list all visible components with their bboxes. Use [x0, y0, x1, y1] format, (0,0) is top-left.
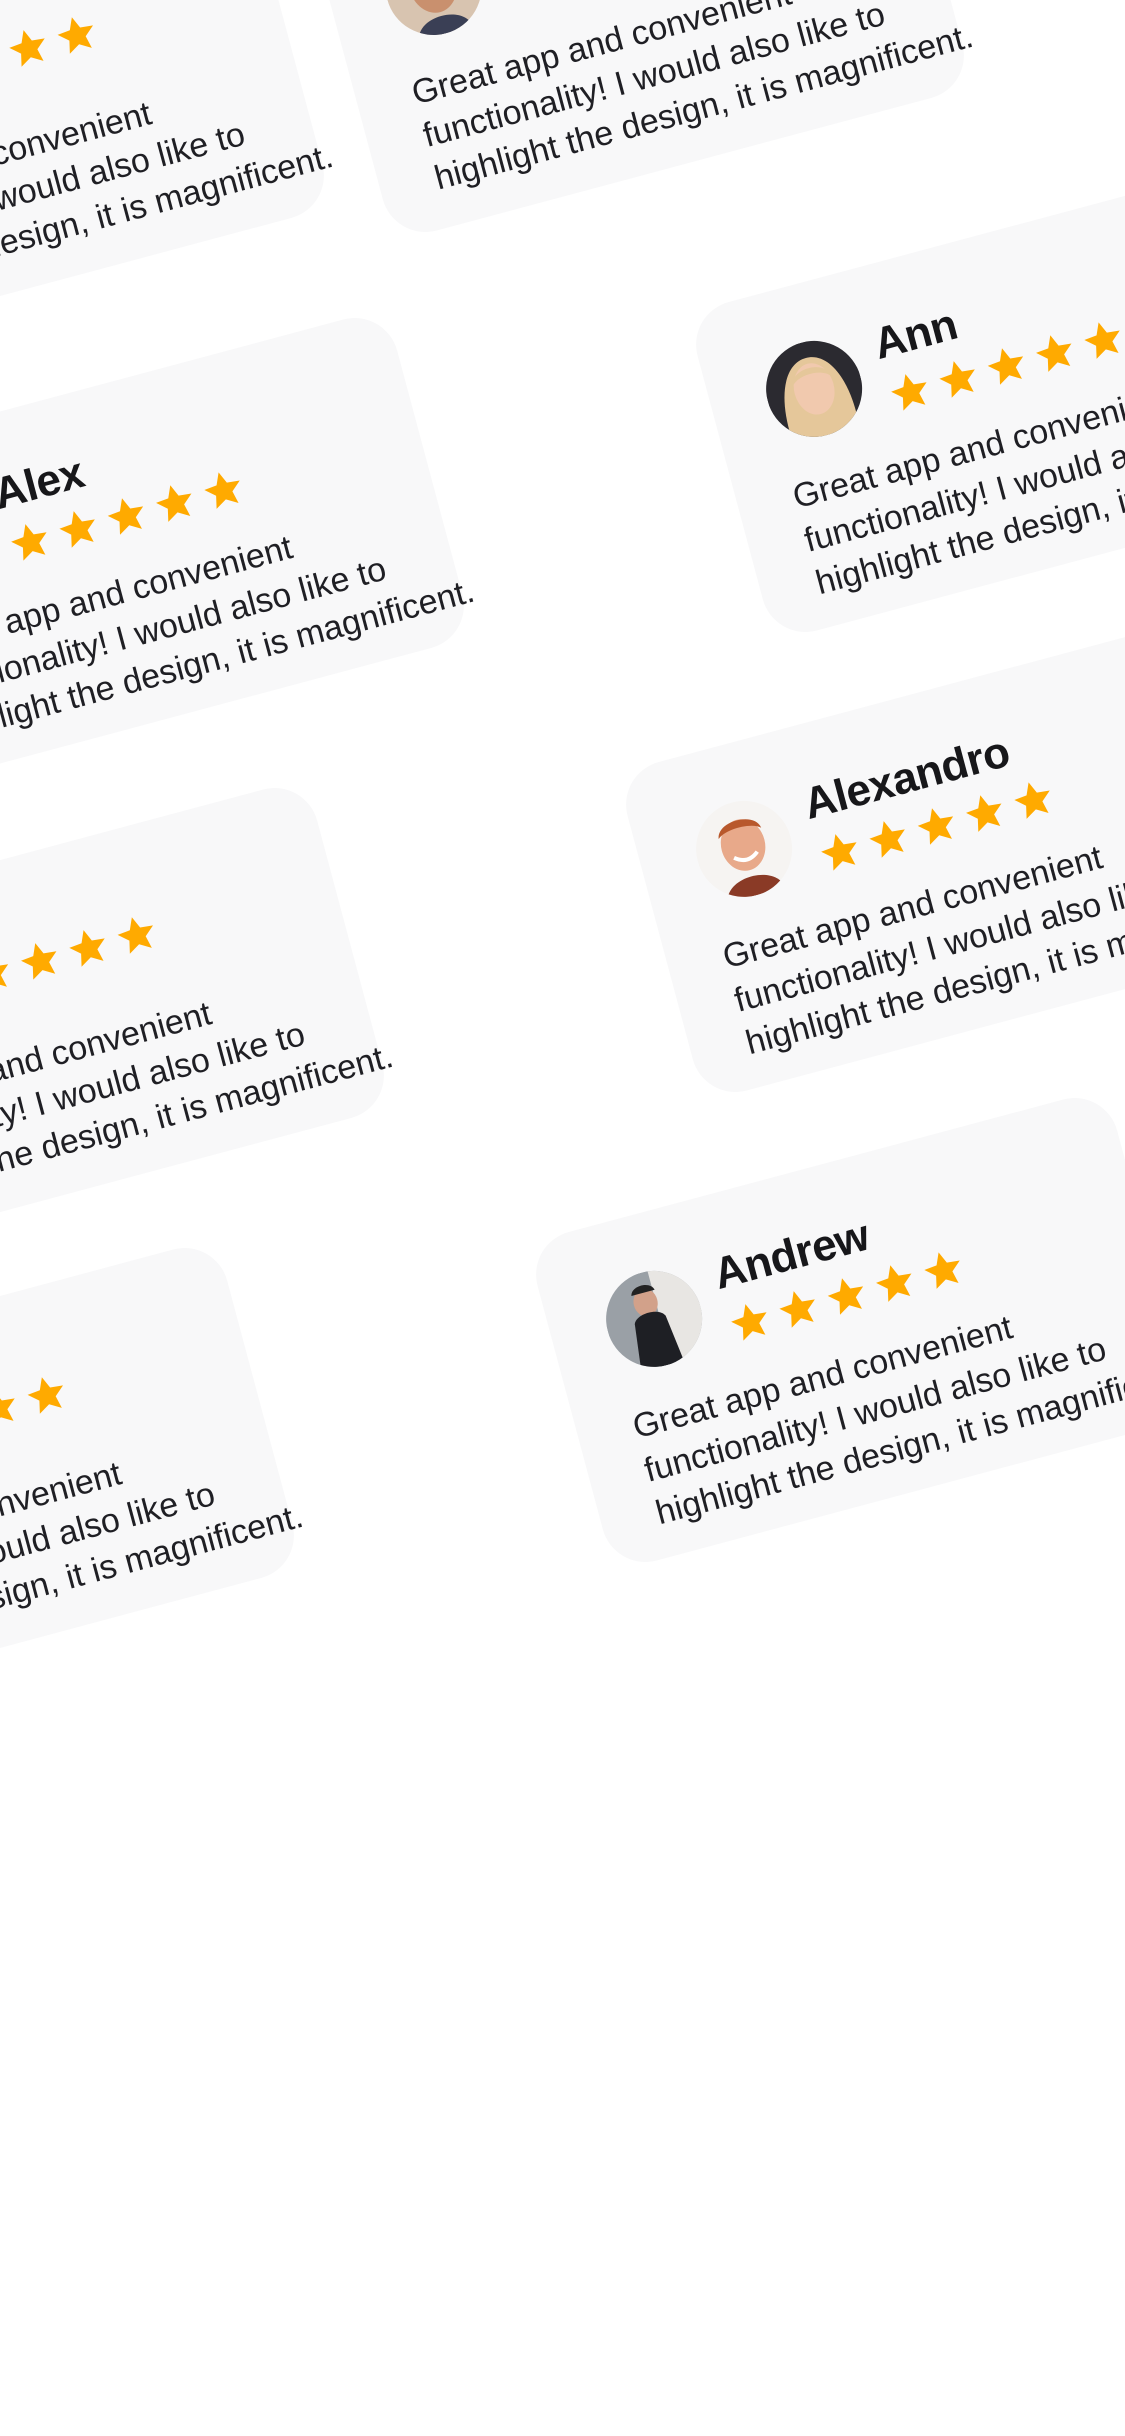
review-card: Ann Great app and convenient functionali… — [686, 158, 1125, 642]
star-icon — [107, 498, 144, 536]
star-icon — [9, 30, 45, 67]
star-icon — [1014, 782, 1050, 820]
reviews-collage: Great app and convenient functionality! … — [0, 0, 1125, 2436]
review-text: Great app and convenient functionality! … — [0, 1454, 308, 1677]
star-icon — [869, 821, 905, 859]
star-rating — [0, 908, 164, 1014]
star-rating — [0, 1368, 74, 1474]
star-icon — [924, 1252, 960, 1290]
star-icon — [891, 374, 927, 412]
star-icon — [731, 1304, 767, 1342]
star-icon — [57, 17, 94, 54]
avatar — [374, 0, 493, 46]
star-icon — [27, 1377, 64, 1414]
star-icon — [987, 348, 1024, 386]
avatar — [595, 1260, 713, 1378]
review-text: Great app and convenient functionality! … — [407, 0, 978, 198]
star-icon — [59, 511, 95, 549]
star-icon — [1084, 322, 1120, 360]
star-icon — [21, 943, 57, 980]
star-icon — [827, 1278, 864, 1316]
star-icon — [917, 808, 954, 846]
star-icon — [69, 930, 105, 967]
review-card: Great app and convenient functionality! … — [306, 0, 977, 242]
review-card: Great app and convenient functionality! … — [0, 1238, 307, 1722]
star-icon — [11, 524, 47, 562]
star-icon — [966, 795, 1002, 833]
star-icon — [779, 1291, 815, 1329]
review-card: Alex Great app and convenient functional… — [0, 308, 478, 792]
star-icon — [1036, 335, 1072, 373]
star-icon — [117, 917, 154, 954]
star-rating — [0, 8, 104, 114]
star-icon — [939, 361, 975, 399]
star-icon — [876, 1265, 912, 1303]
review-card: Andrew Great app and convenient function… — [526, 1088, 1125, 1572]
review-text: Great app and convenient functionality! … — [0, 94, 338, 317]
star-icon — [156, 485, 192, 523]
avatar — [685, 790, 803, 908]
star-icon — [204, 472, 240, 510]
review-card: Great app and convenient functionality! … — [0, 778, 397, 1262]
star-icon — [821, 834, 857, 872]
review-card: Great app and convenient functionality! … — [0, 0, 337, 362]
review-card: Alexandro Great app and convenient funct… — [616, 618, 1125, 1102]
avatar — [755, 330, 873, 448]
